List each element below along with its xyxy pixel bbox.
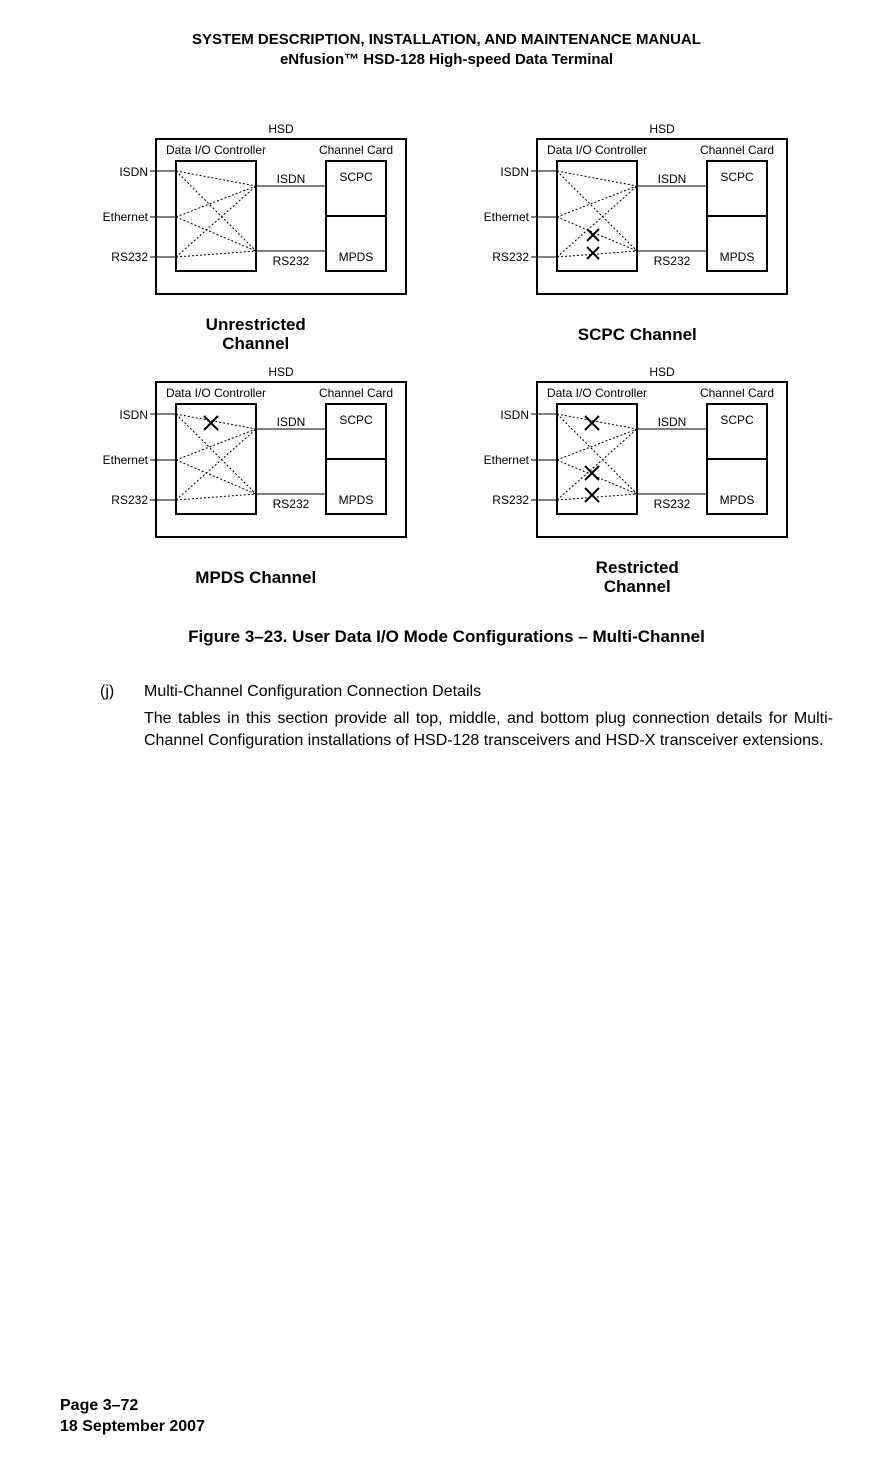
svg-text:RS232: RS232 (654, 254, 691, 268)
caption-restricted: Restricted Channel (462, 558, 814, 597)
svg-text:ISDN: ISDN (119, 408, 148, 422)
svg-text:Data I/O Controller: Data I/O Controller (166, 386, 266, 400)
svg-text:SCPC: SCPC (339, 413, 373, 427)
label-scpc: SCPC (339, 170, 373, 184)
svg-text:Channel Card: Channel Card (700, 386, 774, 400)
label-channelcard: Channel Card (319, 143, 393, 157)
svg-text:MPDS: MPDS (338, 493, 373, 507)
page-footer: Page 3–72 18 September 2007 (60, 1395, 205, 1438)
svg-text:ISDN: ISDN (501, 165, 530, 179)
svg-text:Ethernet: Ethernet (102, 453, 148, 467)
svg-text:RS232: RS232 (272, 497, 309, 511)
label-mpds: MPDS (338, 250, 373, 264)
svg-text:Channel Card: Channel Card (700, 143, 774, 157)
svg-text:RS232: RS232 (493, 493, 530, 507)
svg-text:HSD: HSD (268, 365, 294, 379)
svg-text:Ethernet: Ethernet (484, 453, 530, 467)
svg-text:SCPC: SCPC (721, 413, 755, 427)
list-marker: (j) (100, 681, 122, 752)
svg-text:RS232: RS232 (111, 493, 148, 507)
label-hsd: HSD (268, 122, 294, 136)
caption-mpds: MPDS Channel (80, 568, 432, 588)
label-dataio: Data I/O Controller (166, 143, 266, 157)
svg-text:RS232: RS232 (493, 250, 530, 264)
label-isdn-mid: ISDN (276, 172, 305, 186)
svg-text:MPDS: MPDS (720, 250, 755, 264)
figure-caption: Figure 3–23. User Data I/O Mode Configur… (60, 627, 833, 647)
caption-scpc: SCPC Channel (462, 325, 814, 345)
svg-text:Data I/O Controller: Data I/O Controller (547, 143, 647, 157)
diagram-unrestricted: HSD Data I/O Controller Channel Card SCP… (80, 121, 432, 354)
label-rs232-left: RS232 (111, 250, 148, 264)
footer-page: Page 3–72 (60, 1395, 205, 1417)
diagram-svg-scpc: HSD Data I/O Controller Channel Card SCP… (467, 121, 807, 306)
label-isdn-left: ISDN (119, 165, 148, 179)
svg-text:RS232: RS232 (654, 497, 691, 511)
diagram-svg-mpds: HSD Data I/O Controller Channel Card SCP… (86, 364, 426, 549)
svg-text:MPDS: MPDS (720, 493, 755, 507)
diagram-svg-unrestricted: HSD Data I/O Controller Channel Card SCP… (86, 121, 426, 306)
diagram-grid: HSD Data I/O Controller Channel Card SCP… (80, 121, 813, 597)
svg-text:Channel Card: Channel Card (319, 386, 393, 400)
section-paragraph: The tables in this section provide all t… (144, 708, 833, 751)
svg-text:HSD: HSD (650, 365, 676, 379)
diagram-scpc: HSD Data I/O Controller Channel Card SCP… (462, 121, 814, 354)
header-line-2: eNfusion™ HSD-128 High-speed Data Termin… (60, 50, 833, 70)
header-line-1: SYSTEM DESCRIPTION, INSTALLATION, AND MA… (60, 30, 833, 50)
label-ethernet-left: Ethernet (102, 210, 148, 224)
svg-text:HSD: HSD (650, 122, 676, 136)
diagram-svg-restricted: HSD Data I/O Controller Channel Card SCP… (467, 364, 807, 549)
svg-text:ISDN: ISDN (501, 408, 530, 422)
body-text: (j) Multi-Channel Configuration Connecti… (100, 681, 833, 752)
page-header: SYSTEM DESCRIPTION, INSTALLATION, AND MA… (60, 30, 833, 71)
diagram-restricted: HSD Data I/O Controller Channel Card SCP… (462, 364, 814, 597)
section-title: Multi-Channel Configuration Connection D… (144, 681, 833, 703)
label-rs232-mid: RS232 (272, 254, 309, 268)
diagram-mpds: HSD Data I/O Controller Channel Card SCP… (80, 364, 432, 597)
svg-text:SCPC: SCPC (721, 170, 755, 184)
svg-text:Data I/O Controller: Data I/O Controller (547, 386, 647, 400)
svg-text:Ethernet: Ethernet (484, 210, 530, 224)
svg-text:ISDN: ISDN (658, 172, 687, 186)
caption-unrestricted: Unrestricted Channel (80, 315, 432, 354)
svg-text:ISDN: ISDN (276, 415, 305, 429)
svg-text:ISDN: ISDN (658, 415, 687, 429)
footer-date: 18 September 2007 (60, 1416, 205, 1438)
